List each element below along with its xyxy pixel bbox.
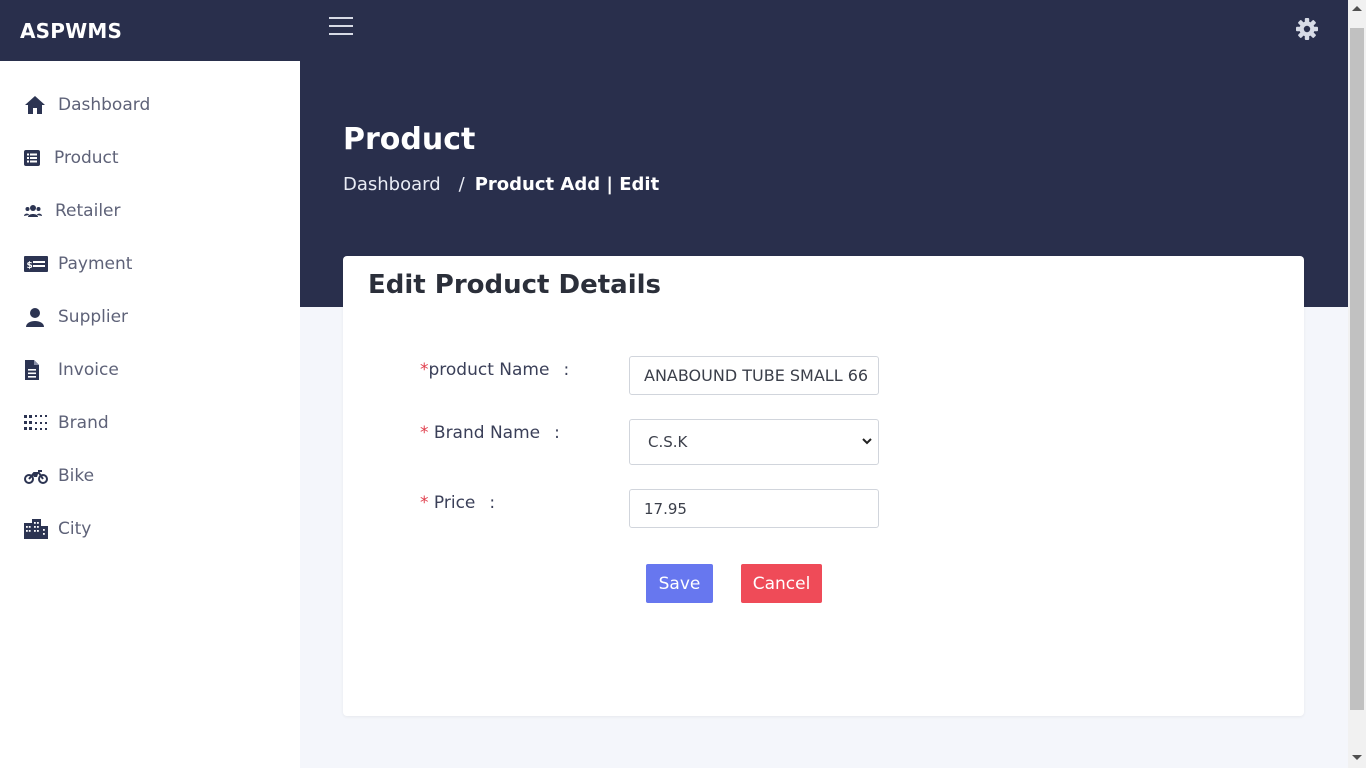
sidebar-item-label: Retailer [55, 200, 121, 221]
sidebar-item-city[interactable]: City [0, 502, 300, 555]
product-name-label: *product Name: [420, 360, 569, 380]
app-logo-text[interactable]: ASPWMS [20, 19, 122, 43]
sidebar-item-retailer[interactable]: Retailer [0, 184, 300, 237]
hamburger-menu-icon[interactable] [329, 17, 353, 37]
gear-icon[interactable] [1296, 18, 1318, 40]
sidebar-item-label: Brand [58, 412, 109, 433]
user-icon [24, 307, 48, 327]
sidebar-item-payment[interactable]: $ Payment [0, 237, 300, 290]
price-label-text: Price [428, 493, 476, 513]
sidebar-item-dashboard[interactable]: Dashboard [0, 79, 300, 131]
motorcycle-icon [24, 466, 48, 486]
required-mark: * [420, 360, 429, 380]
money-bill-icon: $ [24, 254, 48, 274]
sidebar: ASPWMS Dashboard Product Retailer $ Paym… [0, 0, 300, 768]
price-label: * Price: [420, 493, 495, 513]
sidebar-item-label: Payment [58, 253, 133, 274]
grid-dots-icon [24, 413, 48, 433]
card-title: Edit Product Details [368, 270, 662, 300]
sidebar-item-invoice[interactable]: Invoice [0, 343, 300, 396]
brand-name-label: * Brand Name: [420, 423, 560, 443]
brand-name-label-text: Brand Name [428, 423, 541, 443]
save-button[interactable]: Save [646, 564, 713, 603]
label-colon: : [489, 493, 496, 513]
label-colon: : [554, 423, 560, 443]
price-value: 17.95 [644, 499, 687, 518]
product-name-input[interactable]: ANABOUND TUBE SMALL 66 [629, 356, 879, 395]
brand-bar: ASPWMS [0, 0, 300, 61]
sidebar-item-supplier[interactable]: Supplier [0, 290, 300, 343]
sidebar-item-label: Product [54, 147, 119, 168]
chevron-down-icon [860, 434, 874, 452]
sidebar-item-bike[interactable]: Bike [0, 449, 300, 502]
price-input[interactable]: 17.95 [629, 489, 879, 528]
cancel-button[interactable]: Cancel [741, 564, 822, 603]
brand-name-selected-value: C.S.K [648, 433, 688, 451]
svg-text:$: $ [27, 261, 33, 271]
home-icon [24, 95, 48, 115]
scrollbar-thumb[interactable] [1350, 28, 1364, 710]
breadcrumb-dashboard-link[interactable]: Dashboard [343, 174, 441, 195]
list-icon [24, 148, 44, 168]
breadcrumb-current: Product Add | Edit [474, 174, 660, 195]
page-title: Product [343, 122, 476, 157]
sidebar-item-label: Invoice [58, 359, 119, 380]
sidebar-item-label: City [58, 518, 92, 539]
required-mark: * [420, 493, 429, 513]
sidebar-nav: Dashboard Product Retailer $ Payment Sup… [0, 61, 300, 555]
edit-product-card: Edit Product Details *product Name: ANAB… [343, 256, 1304, 716]
scroll-down-arrow-icon[interactable] [1352, 755, 1362, 760]
file-icon [24, 359, 48, 380]
sidebar-item-label: Supplier [58, 306, 129, 327]
product-name-label-text: product Name [428, 360, 550, 380]
product-name-value: ANABOUND TUBE SMALL 66 [644, 366, 869, 385]
sidebar-item-brand[interactable]: Brand [0, 396, 300, 449]
sidebar-item-label: Dashboard [58, 95, 151, 115]
users-icon [24, 201, 45, 221]
scroll-up-arrow-icon[interactable] [1352, 6, 1362, 11]
sidebar-item-product[interactable]: Product [0, 131, 300, 184]
label-colon: : [563, 360, 570, 380]
sidebar-item-label: Bike [58, 465, 95, 486]
breadcrumb-separator: / [458, 174, 465, 195]
scrollbar[interactable] [1348, 0, 1366, 768]
brand-name-select[interactable]: C.S.K [629, 419, 879, 465]
breadcrumb: Dashboard / Product Add | Edit [343, 174, 659, 195]
required-mark: * [420, 423, 429, 443]
city-icon [24, 518, 48, 539]
